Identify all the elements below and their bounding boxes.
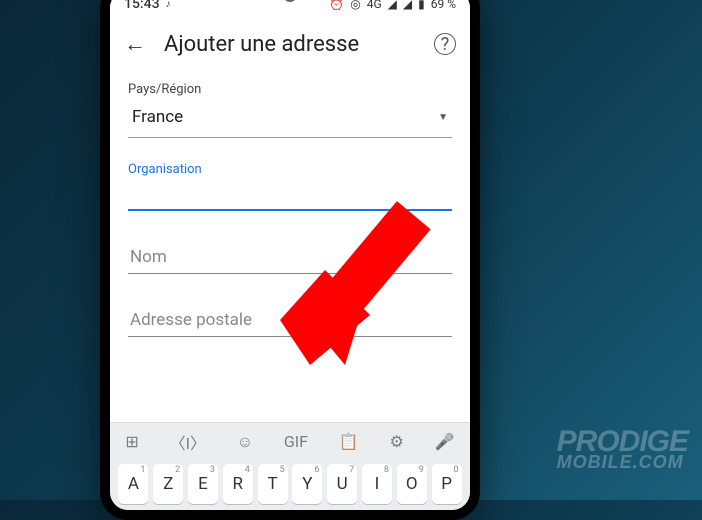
grid-icon[interactable]: ⊞ (125, 432, 138, 451)
help-icon[interactable]: ? (434, 33, 456, 55)
mic-icon[interactable]: 🎤 (435, 432, 455, 451)
gif-button[interactable]: GIF (284, 432, 308, 451)
battery-percent: 69 % (431, 0, 456, 11)
screen: 15:43 ♪ ⏰ ◎ 4G ◢ ◢ ▮ 69 % ← Ajouter une … (110, 0, 470, 510)
name-input[interactable]: Nom (128, 239, 452, 274)
watermark: PRODIGE MOBILE.COM (557, 429, 688, 470)
page-title: Ajouter une adresse (164, 32, 416, 57)
app-bar: ← Ajouter une adresse ? (110, 18, 470, 70)
text-cursor-icon[interactable]: 〈I〉 (170, 430, 206, 454)
settings-icon[interactable]: ⚙ (390, 432, 404, 451)
hotspot-icon: ◎ (350, 0, 360, 11)
key-i[interactable]: 8I (362, 464, 392, 504)
watermark-line1: PRODIGE (557, 429, 688, 455)
status-time: 15:43 (124, 0, 160, 12)
alarm-icon: ⏰ (329, 0, 344, 11)
sticker-icon[interactable]: ☺ (237, 432, 253, 452)
name-placeholder: Nom (130, 247, 167, 267)
key-p[interactable]: 0P (432, 464, 462, 504)
organisation-label: Organisation (128, 162, 452, 177)
signal-icon: ◢ (388, 0, 397, 11)
clipboard-icon[interactable]: 📋 (339, 432, 359, 451)
key-u[interactable]: 7U (327, 464, 357, 504)
keyboard-row: 1A 2Z 3E 4R 5T 6Y 7U 8I 9O 0P (110, 460, 470, 510)
country-value: France (132, 107, 438, 127)
key-a[interactable]: 1A (118, 464, 148, 504)
red-arrow-annotation (270, 190, 470, 380)
key-z[interactable]: 2Z (153, 464, 183, 504)
keyboard-toolbar: ⊞ 〈I〉 ☺ GIF 📋 ⚙ 🎤 (110, 422, 470, 460)
signal-icon-2: ◢ (403, 0, 412, 11)
postal-input[interactable]: Adresse postale (128, 302, 452, 337)
organisation-input[interactable] (128, 181, 452, 211)
back-button[interactable]: ← (124, 31, 146, 57)
status-right: ⏰ ◎ 4G ◢ ◢ ▮ 69 % (329, 0, 456, 11)
phone-frame: 15:43 ♪ ⏰ ◎ 4G ◢ ◢ ▮ 69 % ← Ajouter une … (100, 0, 480, 520)
network-type-icon: 4G (367, 0, 382, 11)
key-t[interactable]: 5T (258, 464, 288, 504)
key-o[interactable]: 9O (397, 464, 427, 504)
key-e[interactable]: 3E (188, 464, 218, 504)
chevron-down-icon: ▼ (438, 112, 448, 123)
key-r[interactable]: 4R (223, 464, 253, 504)
key-y[interactable]: 6Y (292, 464, 322, 504)
status-bar: 15:43 ♪ ⏰ ◎ 4G ◢ ◢ ▮ 69 % (110, 0, 470, 18)
form-content: Pays/Région France ▼ Organisation Nom Ad… (110, 70, 470, 422)
country-label: Pays/Région (128, 82, 452, 97)
postal-placeholder: Adresse postale (130, 310, 252, 330)
country-dropdown[interactable]: France ▼ (128, 99, 452, 138)
music-icon: ♪ (166, 0, 171, 10)
organisation-field[interactable]: Organisation (128, 162, 452, 211)
battery-icon: ▮ (418, 0, 425, 11)
watermark-line2: MOBILE.COM (557, 455, 688, 470)
